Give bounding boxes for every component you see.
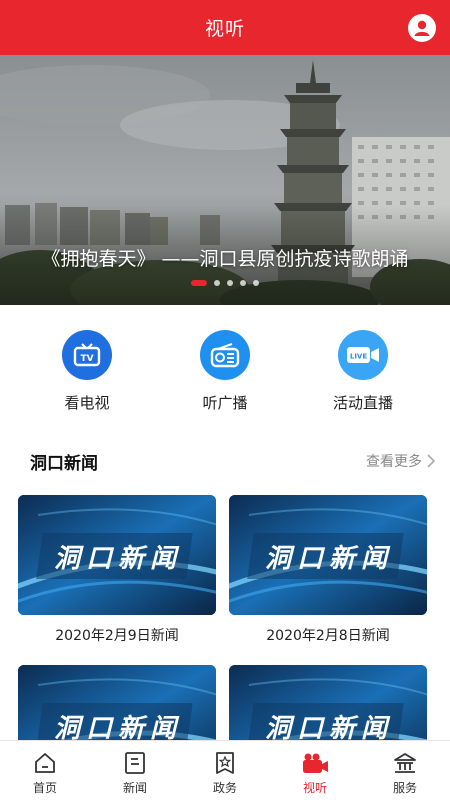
top-bar: 视听: [0, 0, 450, 55]
view-more-label: 查看更多: [366, 454, 422, 470]
nav-item-video[interactable]: 视听: [270, 741, 360, 800]
quick-label-tv: 看电视: [64, 394, 110, 412]
nav-label-home: 首页: [32, 781, 57, 795]
profile-button[interactable]: [408, 14, 436, 42]
news-icon: [125, 752, 145, 774]
banner-caption: 《拥抱春天》 ——洞口县原创抗疫诗歌朗诵: [41, 248, 409, 270]
tv-icon: TV: [62, 330, 112, 380]
service-icon: [394, 753, 416, 773]
carousel-dot[interactable]: [240, 280, 246, 286]
nav-label-news: 新闻: [122, 781, 147, 795]
nav-label-government: 政务: [212, 781, 237, 795]
video-icon: [303, 753, 328, 773]
live-icon: LIVE: [338, 330, 388, 380]
carousel-dot[interactable]: [191, 280, 207, 286]
section-title: 洞口新闻: [30, 453, 98, 474]
carousel-dot[interactable]: [214, 280, 220, 286]
quick-item-radio[interactable]: 听广播: [170, 305, 280, 430]
carousel-dot[interactable]: [253, 280, 259, 286]
carousel-indicator: [0, 280, 450, 286]
quick-label-radio: 听广播: [202, 394, 248, 412]
news-thumb-text: 洞口新闻: [265, 544, 393, 574]
nav-label-video: 视听: [302, 781, 327, 795]
news-card[interactable]: 洞口新闻 2020年2月9日新闻: [18, 495, 216, 644]
bottom-nav: 首页 新闻 政务 视听 服务: [0, 740, 450, 800]
news-card-title: 2020年2月8日新闻: [266, 628, 390, 644]
quick-item-live[interactable]: LIVE 活动直播: [308, 305, 418, 430]
nav-item-home[interactable]: 首页: [0, 741, 90, 800]
quick-label-live: 活动直播: [332, 394, 393, 412]
carousel-dot[interactable]: [227, 280, 233, 286]
news-card-title: 2020年2月9日新闻: [55, 628, 179, 644]
news-section-header: 洞口新闻 查看更多: [0, 440, 450, 482]
svg-text:TV: TV: [80, 354, 93, 364]
svg-text:LIVE: LIVE: [350, 353, 367, 361]
radio-icon: [200, 330, 250, 380]
home-icon: [35, 753, 55, 773]
quick-menu: TV 看电视 听广播 LIVE 活动直播: [0, 305, 450, 430]
news-thumb-text: 洞口新闻: [54, 544, 182, 574]
nav-item-news[interactable]: 新闻: [90, 741, 180, 800]
nav-item-government[interactable]: 政务: [180, 741, 270, 800]
government-icon: [216, 752, 234, 774]
chevron-right-icon: [427, 454, 436, 468]
app-root: 视听 《拥抱春天》 ——洞口县原创抗疫诗歌朗诵 TV 看电视 听广播 LIVE …: [0, 0, 450, 800]
quick-item-tv[interactable]: TV 看电视: [32, 305, 142, 430]
page-title: 视听: [204, 18, 245, 40]
news-thumbnail: 洞口新闻: [229, 495, 427, 615]
news-card[interactable]: 洞口新闻 2020年2月8日新闻: [229, 495, 427, 644]
nav-label-service: 服务: [392, 781, 417, 795]
nav-item-service[interactable]: 服务: [360, 741, 450, 800]
banner-carousel[interactable]: 《拥抱春天》 ——洞口县原创抗疫诗歌朗诵: [0, 55, 450, 305]
view-more-link[interactable]: 查看更多: [366, 451, 436, 471]
news-thumbnail: 洞口新闻: [18, 495, 216, 615]
user-icon: [414, 20, 430, 36]
